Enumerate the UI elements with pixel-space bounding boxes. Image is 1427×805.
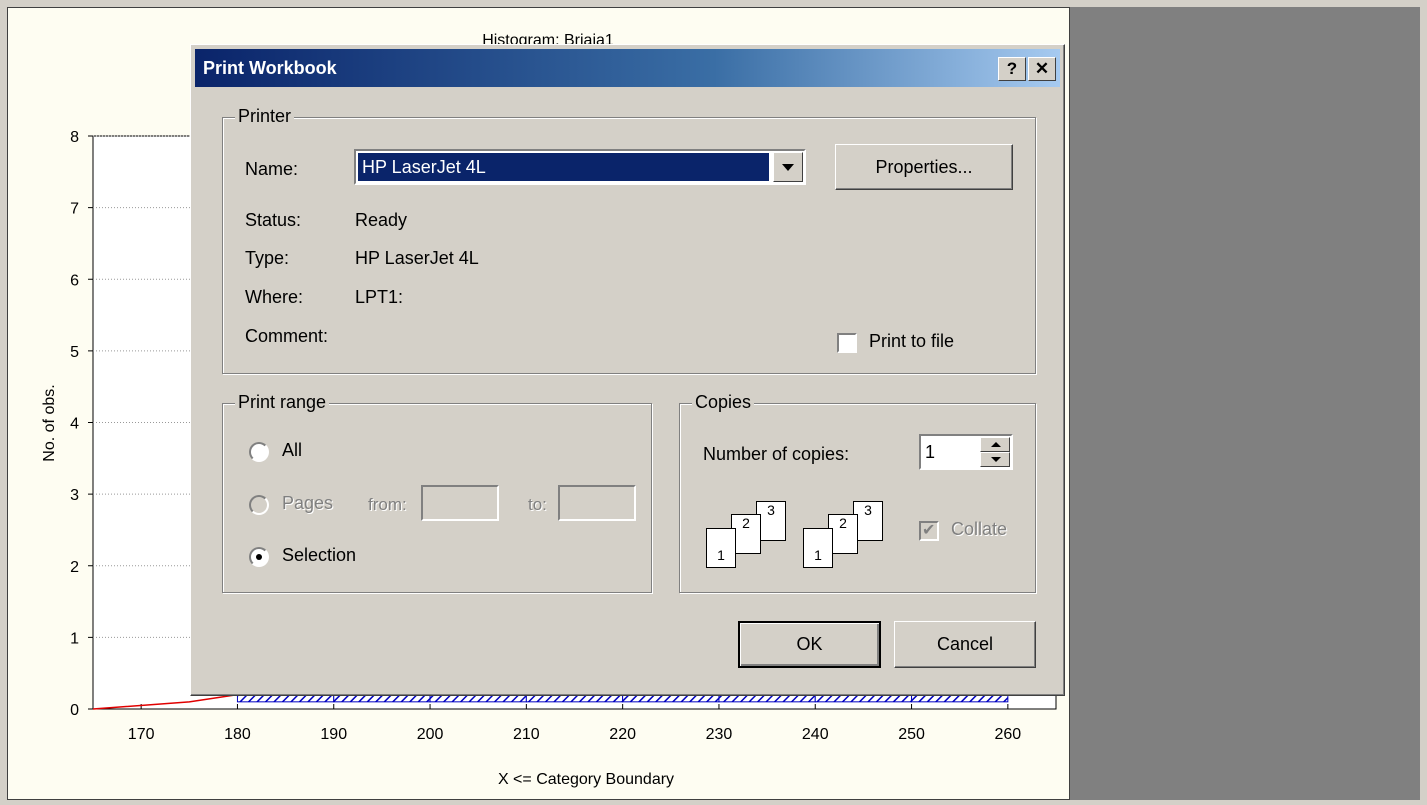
collate-pages-icon: 3 2 1 (803, 501, 893, 576)
to-label: to: (528, 495, 547, 514)
print-workbook-dialog: Print Workbook ? ✕ Printer Name: HP Lase… (190, 44, 1065, 696)
y-axis: 0 1 2 3 4 5 6 7 8 (70, 129, 93, 719)
collate-pages-icon: 3 2 1 (706, 501, 796, 576)
copies-group-label: Copies (692, 392, 755, 413)
x-tick-label: 170 (128, 726, 155, 743)
comment-label: Comment: (245, 326, 329, 346)
x-tick-label: 250 (898, 726, 925, 743)
spinner-down-icon[interactable] (980, 452, 1010, 467)
y-axis-label: No. of obs. (41, 384, 58, 461)
status-label: Status: (245, 210, 302, 230)
properties-button[interactable]: Properties... (835, 144, 1013, 190)
copies-value: 1 (925, 442, 936, 462)
radio-all-label: All (282, 440, 303, 460)
ok-button[interactable]: OK (738, 621, 881, 668)
y-tick-label: 8 (70, 129, 79, 146)
x-tick-label: 260 (994, 726, 1021, 743)
y-tick-label: 1 (70, 630, 79, 647)
from-page-input[interactable] (421, 485, 499, 521)
x-tick-label: 210 (513, 726, 540, 743)
x-tick-label: 240 (802, 726, 829, 743)
status-value: Ready (355, 210, 408, 230)
close-button[interactable]: ✕ (1028, 57, 1056, 81)
print-range-group-label: Print range (235, 392, 330, 413)
copies-spinner[interactable]: 1 (919, 434, 1013, 470)
chevron-down-icon[interactable] (773, 152, 803, 182)
printer-group-label: Printer (235, 106, 295, 127)
type-value: HP LaserJet 4L (355, 248, 479, 268)
print-to-file-checkbox[interactable] (837, 333, 857, 353)
x-axis-label: X <= Category Boundary (498, 771, 674, 788)
cancel-button[interactable]: Cancel (894, 621, 1036, 668)
radio-pages-label: Pages (282, 493, 334, 513)
page-1-icon: 1 (803, 528, 833, 568)
y-tick-label: 4 (70, 416, 79, 433)
from-label: from: (368, 495, 407, 514)
y-tick-label: 0 (70, 702, 79, 719)
radio-all[interactable] (249, 442, 269, 462)
collate-label: Collate (951, 519, 1008, 539)
y-tick-label: 3 (70, 487, 79, 504)
collate-checkbox[interactable] (919, 520, 939, 541)
application-window: Histogram: Briaja1 012345678 170 180 190 20… (0, 0, 1427, 805)
where-label: Where: (245, 287, 304, 307)
x-tick-label: 190 (320, 726, 347, 743)
printer-name-label: Name: (245, 159, 299, 179)
spinner-buttons (980, 437, 1010, 467)
x-tick-label: 180 (224, 726, 251, 743)
x-tick-label: 200 (417, 726, 444, 743)
radio-selection-label: Selection (282, 545, 357, 565)
type-label: Type: (245, 248, 290, 268)
x-tick-label: 220 (609, 726, 636, 743)
y-tick-label: 7 (70, 201, 79, 218)
dialog-title: Print Workbook (203, 58, 337, 78)
workspace-background (1070, 7, 1420, 800)
radio-pages[interactable] (249, 495, 269, 515)
x-axis: 170 180 190 200 210 220 230 240 250 260 (128, 704, 1021, 743)
page-1-icon: 1 (706, 528, 736, 568)
radio-selection[interactable] (249, 547, 269, 567)
printer-name-value: HP LaserJet 4L (358, 153, 769, 181)
to-page-input[interactable] (558, 485, 636, 521)
where-value: LPT1: (355, 287, 404, 307)
y-tick-label: 2 (70, 559, 79, 576)
y-tick-label: 5 (70, 344, 79, 361)
help-button[interactable]: ? (998, 57, 1026, 81)
number-of-copies-label: Number of copies: (703, 444, 850, 464)
dialog-titlebar[interactable]: Print Workbook ? ✕ (195, 49, 1060, 87)
x-tick-label: 230 (706, 726, 733, 743)
printer-name-select[interactable]: HP LaserJet 4L (354, 149, 806, 185)
y-tick-label: 6 (70, 272, 79, 289)
print-to-file-label: Print to file (869, 331, 955, 351)
spinner-up-icon[interactable] (980, 437, 1010, 452)
